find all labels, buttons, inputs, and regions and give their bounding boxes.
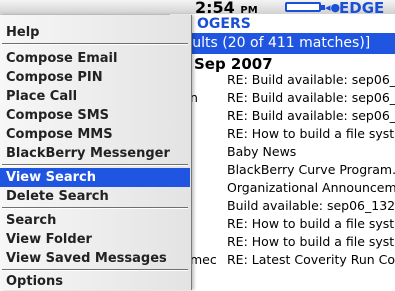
message-subject: RE: Build available: sep06_1...	[227, 72, 395, 87]
menu-item-label: Compose SMS	[6, 108, 109, 123]
menu-item-place-call[interactable]: Place Call	[0, 87, 190, 106]
message-subject: RE: Latest Coverity Run Co...	[227, 252, 395, 267]
menu-item-compose-sms[interactable]: Compose SMS	[0, 106, 190, 125]
menu-item-label: Compose PIN	[6, 70, 103, 85]
menu-item-label: Options	[6, 274, 63, 289]
menu-item-label: Place Call	[6, 89, 78, 104]
message-subject: Build available: sep06_132...	[227, 198, 395, 213]
message-subject: RE: Build available: sep06_1...	[227, 108, 395, 123]
menu-item-options[interactable]: Options	[0, 272, 190, 291]
message-subject: BlackBerry Curve Program...	[227, 162, 395, 177]
menu-item-label: Compose MMS	[6, 127, 113, 142]
search-summary-row[interactable]: sults (20 of 411 matches)]	[183, 33, 395, 54]
menu-item-help[interactable]: Help	[0, 23, 190, 42]
menu-item-compose-pin[interactable]: Compose PIN	[0, 68, 190, 87]
message-subject: RE: How to build a file syste...	[227, 234, 395, 249]
message-sender: mec	[190, 252, 217, 267]
message-subject: Baby News	[227, 144, 297, 159]
battery-icon	[285, 2, 325, 12]
menu-item-label: View Search	[6, 170, 96, 185]
menu-item-label: BlackBerry Messenger	[6, 146, 170, 161]
menu-item-view-saved-messages[interactable]: View Saved Messages	[0, 249, 190, 268]
plug-icon: ◂●	[325, 1, 341, 14]
menu-item-label: Delete Search	[6, 189, 109, 204]
menu-item-view-folder[interactable]: View Folder	[0, 230, 190, 249]
menu-item-label: View Folder	[6, 232, 92, 247]
menu-item-view-search[interactable]: View Search	[0, 168, 190, 187]
menu-item-label: View Saved Messages	[6, 251, 167, 266]
search-summary-text: sults (20 of 411 matches)]	[185, 35, 371, 51]
menu-item-label: Compose Email	[6, 51, 118, 66]
menu-item-delete-search[interactable]: Delete Search	[0, 187, 190, 206]
message-subject: RE: Build available: sep06_1...	[227, 90, 395, 105]
menu-separator	[2, 43, 188, 45]
message-subject: RE: How to build a file syste...	[227, 216, 395, 231]
menu-item-compose-mms[interactable]: Compose MMS	[0, 125, 190, 144]
header-title: OGERS	[197, 16, 251, 32]
search-header: OGERS	[170, 14, 395, 34]
menu-item-search[interactable]: Search	[0, 211, 190, 230]
menu-item-label: Search	[6, 213, 57, 228]
message-subject: Organizational Announceme...	[227, 180, 395, 195]
menu-item-compose-email[interactable]: Compose Email	[0, 49, 190, 68]
menu-separator	[2, 164, 188, 166]
context-menu: Help Compose Email Compose PIN Place Cal…	[0, 15, 192, 290]
menu-separator	[2, 207, 188, 209]
menu-item-blackberry-messenger[interactable]: BlackBerry Messenger	[0, 144, 190, 163]
message-subject: RE: How to build a file syste...	[227, 126, 395, 141]
menu-item-label: Help	[6, 25, 40, 40]
menu-separator	[2, 269, 188, 271]
status-bar: 2:54 PM ◂● EDGE	[0, 0, 395, 17]
